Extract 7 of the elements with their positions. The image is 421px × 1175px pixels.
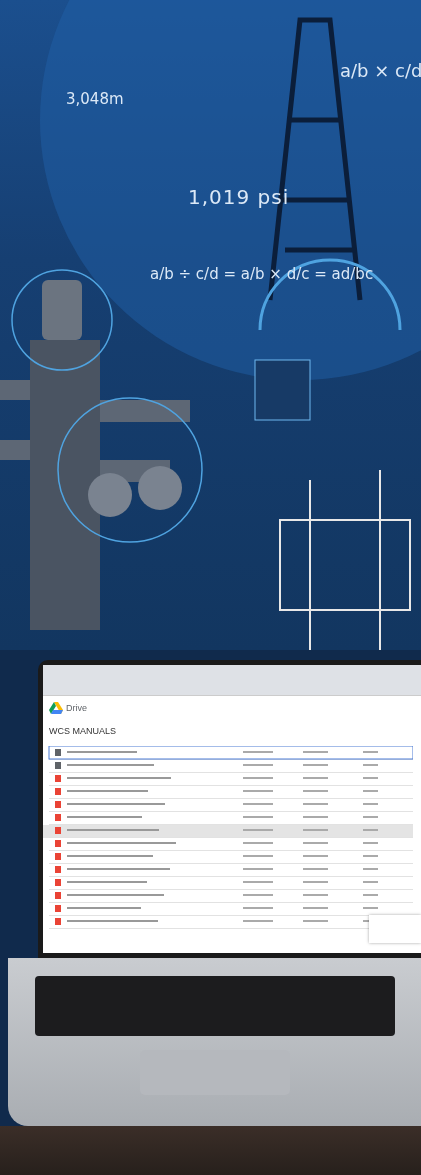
artwork-label: a/b ÷ c/d = a/b × d/c = ad/bc [150,265,374,283]
drive-logo-text: Drive [66,703,87,713]
drive-logo-icon [49,702,63,714]
artwork-label: 1,019 psi [188,185,290,209]
artwork-label: a/b × c/d [340,60,421,81]
artwork-label: 3,048m [66,90,124,108]
folder-title: WCS MANUALS [48,725,117,738]
